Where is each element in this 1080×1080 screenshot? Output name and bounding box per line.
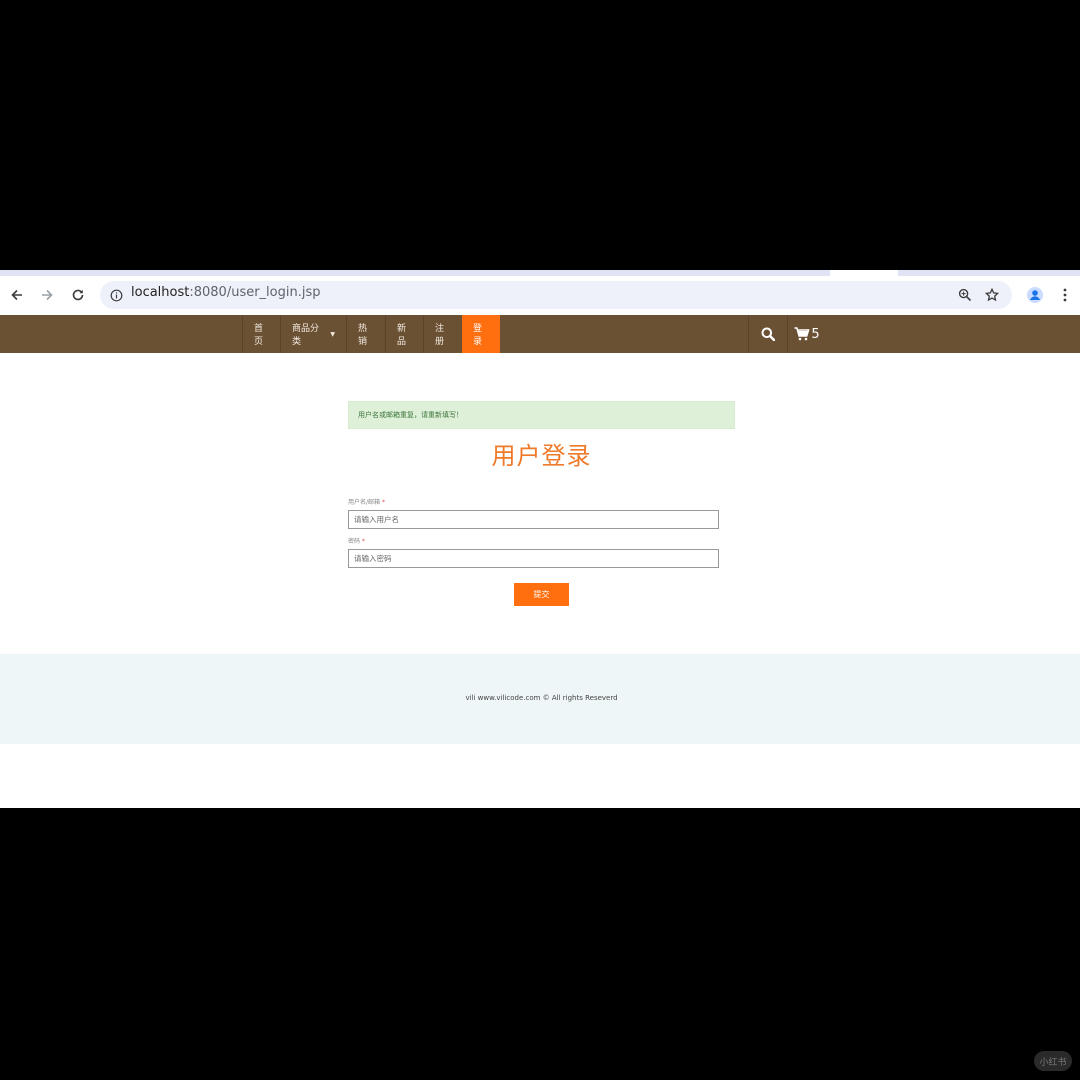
page-title: 用户登录 bbox=[491, 442, 592, 470]
site-info-icon[interactable] bbox=[108, 287, 124, 303]
more-menu-icon[interactable] bbox=[1053, 283, 1077, 307]
nav-label: 热销 bbox=[358, 324, 368, 347]
nav-label: 注册 bbox=[435, 324, 445, 347]
site-navbar: 首页 商品分类 ▼ 热销 新品 注册 登录 5 bbox=[0, 315, 1080, 353]
browser-window: localhost:8080/user_login.jsp 首页 商品分类 ▼ 热… bbox=[0, 270, 1080, 808]
bookmark-star-icon[interactable] bbox=[984, 287, 1000, 303]
username-label-text: 用户名/邮箱 bbox=[348, 499, 381, 506]
username-label: 用户名/邮箱 * bbox=[348, 497, 385, 506]
copyright-text: vili www.vilicode.com © All rights Resev… bbox=[465, 694, 618, 702]
nav-label: 商品分类 bbox=[292, 324, 320, 347]
search-icon[interactable] bbox=[748, 315, 787, 353]
nav-item-login[interactable]: 登录 bbox=[462, 315, 500, 353]
password-label-text: 密码 bbox=[348, 538, 361, 545]
submit-button[interactable]: 提交 bbox=[514, 583, 569, 606]
nav-item-home[interactable]: 首页 bbox=[242, 315, 280, 353]
alert-message: 用户名或邮箱重复，请重新填写！ bbox=[348, 401, 735, 429]
url-path: :8080/user_login.jsp bbox=[189, 285, 321, 300]
cart-icon bbox=[794, 327, 810, 341]
cart-count: 5 bbox=[811, 326, 820, 342]
alert-text: 用户名或邮箱重复，请重新填写！ bbox=[358, 411, 463, 419]
browser-toolbar: localhost:8080/user_login.jsp bbox=[0, 276, 1080, 314]
required-mark: * bbox=[361, 538, 365, 545]
zoom-icon[interactable] bbox=[957, 287, 973, 303]
nav-menu: 首页 商品分类 ▼ 热销 新品 注册 登录 bbox=[242, 315, 500, 353]
cart-button[interactable]: 5 bbox=[787, 315, 826, 353]
nav-label: 新品 bbox=[397, 324, 407, 347]
nav-item-register[interactable]: 注册 bbox=[423, 315, 462, 353]
nav-item-categories[interactable]: 商品分类 ▼ bbox=[280, 315, 346, 353]
watermark-logo: 小红书 bbox=[1034, 1051, 1072, 1071]
nav-item-new[interactable]: 新品 bbox=[385, 315, 423, 353]
forward-icon[interactable] bbox=[35, 283, 59, 307]
username-placeholder: 请输入用户名 bbox=[354, 515, 399, 524]
caret-down-icon: ▼ bbox=[330, 330, 335, 338]
nav-item-hot[interactable]: 热销 bbox=[346, 315, 385, 353]
nav-label: 首页 bbox=[254, 324, 264, 347]
username-input[interactable]: 请输入用户名 bbox=[348, 510, 719, 529]
profile-avatar-icon[interactable] bbox=[1023, 283, 1047, 307]
back-icon[interactable] bbox=[5, 283, 29, 307]
password-placeholder: 请输入密码 bbox=[354, 554, 392, 563]
footer: vili www.vilicode.com © All rights Resev… bbox=[0, 654, 1080, 744]
address-bar[interactable]: localhost:8080/user_login.jsp bbox=[100, 281, 1012, 309]
nav-tools: 5 bbox=[748, 315, 826, 353]
reload-icon[interactable] bbox=[66, 283, 90, 307]
password-label: 密码 * bbox=[348, 536, 365, 545]
password-input[interactable]: 请输入密码 bbox=[348, 549, 719, 568]
required-mark: * bbox=[381, 499, 385, 506]
url-host: localhost bbox=[131, 285, 190, 300]
url-text: localhost:8080/user_login.jsp bbox=[131, 285, 321, 300]
nav-label: 登录 bbox=[473, 324, 483, 347]
